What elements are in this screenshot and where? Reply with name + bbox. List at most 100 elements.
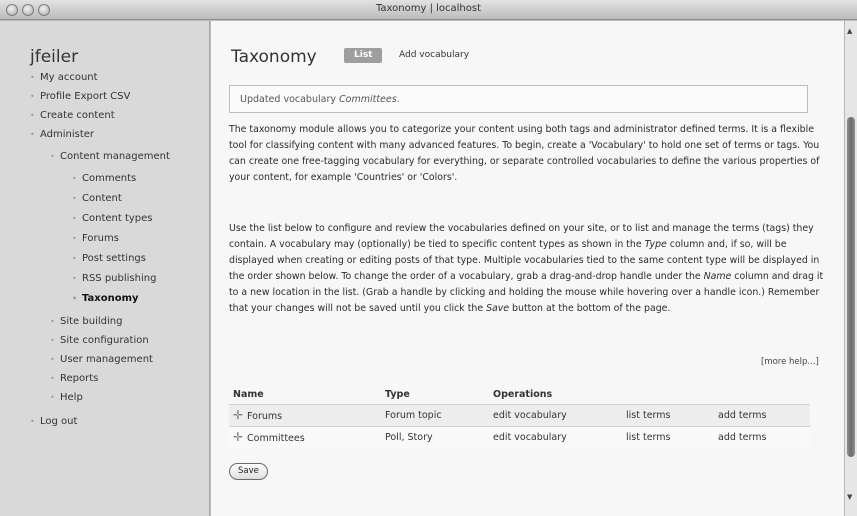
sidebar-item-label: Post settings bbox=[82, 253, 146, 264]
sidebar-item-create-content[interactable]: • Create content bbox=[30, 110, 115, 122]
usage-save-em: Save bbox=[486, 303, 510, 314]
sidebar-item-label: Comments bbox=[82, 173, 137, 184]
bullet-icon: • bbox=[72, 214, 77, 223]
main-content: Taxonomy List Add vocabulary Updated voc… bbox=[211, 21, 844, 516]
sidebar-item-log-out[interactable]: • Log out bbox=[30, 416, 77, 428]
status-text: Updated vocabulary Committees. bbox=[240, 94, 400, 105]
sidebar-item-label: Profile Export CSV bbox=[40, 91, 131, 102]
tab-add-vocabulary[interactable]: Add vocabulary bbox=[399, 50, 469, 60]
bullet-icon: • bbox=[50, 336, 55, 345]
save-button[interactable]: Save bbox=[229, 463, 268, 480]
edit-vocabulary-link[interactable]: edit vocabulary bbox=[489, 403, 622, 426]
sidebar-item-help[interactable]: • Help bbox=[50, 392, 83, 404]
add-terms-link[interactable]: add terms bbox=[714, 403, 810, 426]
add-terms-link[interactable]: add terms bbox=[714, 425, 810, 448]
more-help-link[interactable]: [more help...] bbox=[761, 357, 819, 367]
sidebar-item-label: Create content bbox=[40, 110, 115, 121]
sidebar-item-label: Taxonomy bbox=[82, 293, 139, 304]
sidebar-item-label: Log out bbox=[40, 416, 78, 427]
sidebar-item-label: Content management bbox=[60, 151, 170, 162]
window-title: Taxonomy | localhost bbox=[375, 3, 482, 14]
edit-vocabulary-link[interactable]: edit vocabulary bbox=[489, 425, 622, 448]
bullet-icon: • bbox=[50, 374, 55, 383]
vocabulary-type-cell: Forum topic bbox=[381, 403, 489, 426]
vocabulary-name-cell: ✛ Forums bbox=[229, 403, 381, 426]
scroll-thumb[interactable] bbox=[847, 117, 855, 457]
bullet-icon: • bbox=[72, 234, 77, 243]
page-title: Taxonomy bbox=[231, 47, 317, 67]
vocabulary-name-cell: ✛ Committees bbox=[229, 425, 381, 448]
bullet-icon: • bbox=[72, 254, 77, 263]
bullet-icon: • bbox=[72, 274, 77, 283]
sidebar-item-label: My account bbox=[40, 72, 98, 83]
column-header-blank bbox=[714, 386, 810, 404]
sidebar-item-label: Content bbox=[82, 193, 122, 204]
sidebar-item-label: Administer bbox=[40, 129, 95, 140]
bullet-icon: • bbox=[30, 130, 35, 139]
bullet-icon: • bbox=[30, 73, 35, 82]
usage-text-d: button at the bottom of the page. bbox=[509, 303, 671, 314]
vocabulary-type-cell: Poll, Story bbox=[381, 425, 489, 448]
sidebar-item-label: Site building bbox=[60, 316, 123, 327]
sidebar-item-comments[interactable]: • Comments bbox=[72, 173, 136, 185]
sidebar-item-reports[interactable]: • Reports bbox=[50, 373, 98, 385]
vocabulary-table: Name Type Operations ✛ Forums Forum topic… bbox=[229, 386, 810, 448]
bullet-icon: • bbox=[50, 393, 55, 402]
column-header-name: Name bbox=[233, 389, 264, 401]
help-paragraph-intro: The taxonomy module allows you to catego… bbox=[229, 124, 820, 183]
sidebar-item-label: Content types bbox=[82, 213, 153, 224]
sidebar-item-forums[interactable]: • Forums bbox=[72, 233, 119, 245]
column-header-operations: Operations bbox=[493, 389, 553, 401]
sidebar-item-administer[interactable]: • Administer bbox=[30, 129, 94, 141]
vocabulary-name: Committees bbox=[247, 433, 305, 445]
status-prefix: Updated vocabulary bbox=[240, 94, 339, 105]
vertical-scrollbar[interactable]: ▲ ▼ bbox=[844, 21, 857, 516]
sidebar-item-rss-publishing[interactable]: • RSS publishing bbox=[72, 273, 156, 285]
sidebar-item-label: Site configuration bbox=[60, 335, 149, 346]
status-message: Updated vocabulary Committees. bbox=[229, 85, 808, 113]
bullet-icon: • bbox=[50, 355, 55, 364]
bullet-icon: • bbox=[30, 111, 35, 120]
drag-handle-icon[interactable]: ✛ bbox=[233, 430, 247, 444]
bullet-icon: • bbox=[72, 294, 78, 303]
sidebar-item-label: RSS publishing bbox=[82, 273, 157, 284]
table-row: ✛ Committees Poll, Story edit vocabulary … bbox=[229, 425, 810, 448]
bullet-icon: • bbox=[30, 417, 35, 426]
sidebar-item-post-settings[interactable]: • Post settings bbox=[72, 253, 146, 265]
column-header-type: Type bbox=[385, 389, 410, 401]
sidebar-username: jfeiler bbox=[30, 47, 79, 67]
vocabulary-name: Forums bbox=[247, 411, 283, 422]
bullet-icon: • bbox=[72, 194, 77, 203]
status-vocabulary-name: Committees bbox=[339, 94, 397, 105]
sidebar-item-label: Help bbox=[60, 392, 83, 403]
sidebar-item-profile-export-csv[interactable]: • Profile Export CSV bbox=[30, 91, 130, 103]
status-suffix: . bbox=[396, 94, 400, 105]
bullet-icon: • bbox=[50, 317, 55, 326]
list-terms-link[interactable]: list terms bbox=[622, 403, 714, 426]
sidebar-item-site-building[interactable]: • Site building bbox=[50, 316, 122, 328]
help-paragraph-usage: Use the list below to configure and revi… bbox=[229, 221, 829, 317]
bullet-icon: • bbox=[50, 152, 55, 161]
sidebar-item-site-configuration[interactable]: • Site configuration bbox=[50, 335, 149, 347]
bullet-icon: • bbox=[30, 92, 35, 101]
sidebar-item-user-management[interactable]: • User management bbox=[50, 354, 153, 366]
sidebar-item-content-management[interactable]: • Content management bbox=[50, 151, 170, 163]
sidebar-item-label: Forums bbox=[82, 233, 119, 244]
sidebar-item-label: Reports bbox=[60, 373, 99, 384]
tab-list[interactable]: List bbox=[344, 48, 383, 63]
bullet-icon: • bbox=[72, 174, 77, 183]
sidebar: jfeiler • My account • Profile Export CSV … bbox=[0, 21, 210, 516]
drag-handle-icon[interactable]: ✛ bbox=[233, 408, 247, 422]
scroll-down-arrow-icon[interactable]: ▼ bbox=[847, 493, 852, 501]
usage-name-em: Name bbox=[703, 271, 732, 282]
sidebar-item-taxonomy[interactable]: • Taxonomy bbox=[72, 293, 139, 305]
usage-type-em: Type bbox=[644, 239, 667, 250]
table-row: ✛ Forums Forum topic edit vocabulary list… bbox=[229, 403, 810, 426]
sidebar-item-my-account[interactable]: • My account bbox=[30, 72, 98, 84]
scroll-up-arrow-icon[interactable]: ▲ bbox=[847, 27, 852, 35]
window-titlebar: Taxonomy | localhost bbox=[0, 0, 857, 20]
sidebar-item-label: User management bbox=[60, 354, 153, 365]
sidebar-item-content-types[interactable]: • Content types bbox=[72, 213, 153, 225]
list-terms-link[interactable]: list terms bbox=[622, 425, 714, 448]
sidebar-item-content[interactable]: • Content bbox=[72, 193, 122, 205]
